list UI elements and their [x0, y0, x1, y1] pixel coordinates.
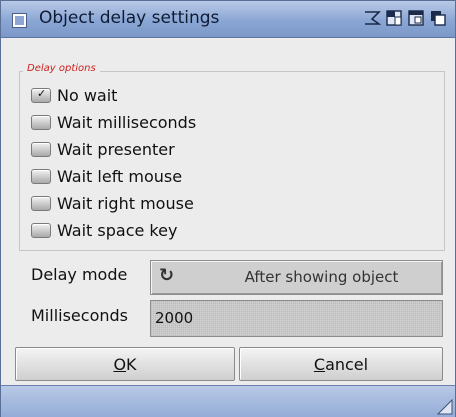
- delay-mode-value: After showing object: [244, 268, 399, 286]
- option-wait-milliseconds[interactable]: Wait milliseconds: [31, 110, 196, 134]
- option-no-wait[interactable]: No wait: [31, 83, 117, 107]
- ok-button[interactable]: OK: [15, 347, 235, 381]
- ok-mnemonic: O: [113, 354, 127, 374]
- title-gadgets: [363, 9, 447, 29]
- checkbox[interactable]: [31, 195, 51, 211]
- checkbox[interactable]: [31, 141, 51, 157]
- option-wait-right-mouse[interactable]: Wait right mouse: [31, 191, 194, 215]
- option-label: Wait space key: [57, 220, 178, 240]
- option-label: Wait milliseconds: [57, 112, 197, 132]
- status-bar: [1, 385, 455, 417]
- depth-icon[interactable]: [429, 9, 447, 27]
- milliseconds-field[interactable]: 2000: [150, 300, 443, 337]
- resize-handle-icon[interactable]: [437, 399, 453, 415]
- zoom-icon[interactable]: [385, 9, 403, 27]
- cycle-icon: ↻: [159, 265, 175, 286]
- group-label: Delay options: [23, 63, 100, 74]
- option-label: Wait right mouse: [57, 193, 194, 213]
- option-label: No wait: [57, 85, 118, 105]
- iconify-icon[interactable]: [363, 9, 381, 27]
- checkbox[interactable]: [31, 222, 51, 238]
- ok-label: K: [126, 354, 137, 374]
- maximize-icon[interactable]: [407, 9, 425, 27]
- option-wait-left-mouse[interactable]: Wait left mouse: [31, 164, 182, 188]
- cancel-mnemonic: C: [313, 354, 326, 374]
- option-label: Wait left mouse: [57, 166, 183, 186]
- checkbox[interactable]: [31, 168, 51, 184]
- checkbox[interactable]: [31, 114, 51, 130]
- milliseconds-value: 2000: [155, 309, 194, 327]
- delay-mode-label: Delay mode: [31, 265, 128, 284]
- delay-mode-cycle[interactable]: ↻ After showing object: [150, 260, 443, 295]
- cancel-label: ancel: [325, 354, 369, 374]
- window-title: Object delay settings: [39, 8, 220, 28]
- close-icon[interactable]: [13, 14, 26, 27]
- milliseconds-label: Milliseconds: [31, 306, 128, 325]
- title-bar[interactable]: Object delay settings: [1, 1, 455, 38]
- cancel-button[interactable]: Cancel: [239, 347, 443, 381]
- option-wait-space-key[interactable]: Wait space key: [31, 218, 177, 242]
- checkbox-checked[interactable]: [31, 87, 51, 103]
- option-label: Wait presenter: [57, 139, 175, 159]
- option-wait-presenter[interactable]: Wait presenter: [31, 137, 175, 161]
- dialog-window: Object delay settings Delay options No w…: [0, 0, 456, 417]
